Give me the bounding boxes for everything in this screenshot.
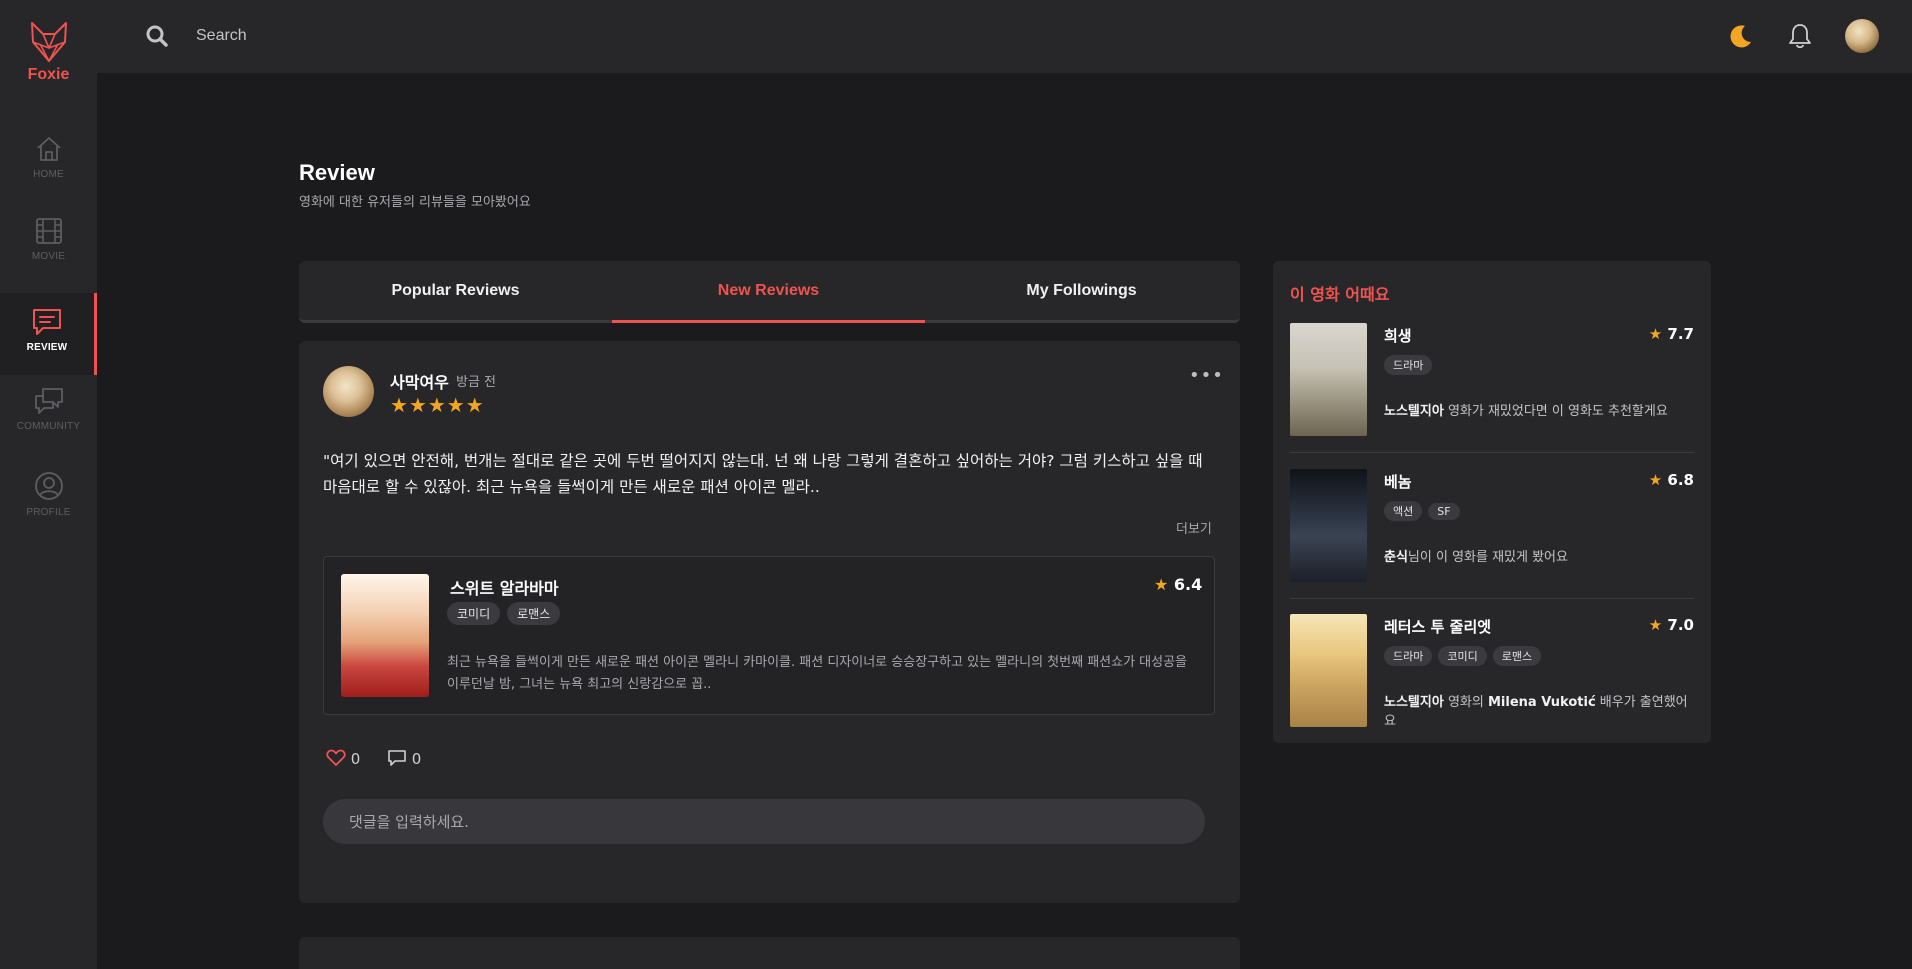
reason-highlight: 노스텔지아 bbox=[1384, 404, 1444, 419]
reason-text: 영화가 재밌었다면 이 영화도 추천할게요 bbox=[1443, 404, 1668, 419]
review-message-icon bbox=[33, 309, 61, 335]
recommend-rating-value: 7.7 bbox=[1667, 325, 1694, 343]
review-stars: ★★★★★ bbox=[390, 393, 485, 417]
reason-text: 영화의 bbox=[1443, 695, 1488, 710]
like-count: 0 bbox=[350, 750, 361, 768]
nav-label-profile: PROFILE bbox=[26, 507, 71, 518]
reviewer-avatar[interactable] bbox=[323, 366, 374, 417]
reviewed-movie-card[interactable]: 스위트 알라바마 ★ 6.4 코미디 로맨스 최근 뉴욕을 들썩이게 만든 새로운… bbox=[323, 556, 1215, 715]
tab-my-followings[interactable]: My Followings bbox=[925, 261, 1238, 323]
recommend-rating: ★ 7.7 bbox=[1649, 325, 1694, 343]
reason-highlight: 춘식 bbox=[1384, 550, 1408, 565]
review-tabs: Popular Reviews New Reviews My Following… bbox=[299, 261, 1240, 323]
recommend-panel: 이 영화 어때요 희생 ★ 7.7 드라마 노스텔지아 영화가 재밌었다면 이 … bbox=[1273, 261, 1711, 743]
genre-tag: 로맨스 bbox=[507, 602, 561, 625]
star-icon: ★ bbox=[1154, 575, 1169, 594]
comment-icon bbox=[388, 750, 406, 766]
profile-icon bbox=[34, 472, 63, 500]
tab-popular-reviews[interactable]: Popular Reviews bbox=[299, 261, 612, 323]
read-more-link[interactable]: 더보기 bbox=[1176, 518, 1212, 537]
review-time: 방금 전 bbox=[456, 375, 497, 390]
movie-title: 스위트 알라바마 bbox=[450, 579, 559, 598]
genre-tag: 액션 bbox=[1384, 501, 1423, 521]
movie-rating-value: 6.4 bbox=[1173, 575, 1203, 594]
comment-button[interactable]: 0 bbox=[387, 749, 421, 768]
recommend-poster bbox=[1290, 323, 1367, 436]
nav-item-profile[interactable]: PROFILE bbox=[0, 470, 97, 552]
recommend-item[interactable]: 희생 ★ 7.7 드라마 노스텔지아 영화가 재밌었다면 이 영화도 추천할게요 bbox=[1290, 323, 1694, 453]
nav-label-review: REVIEW bbox=[26, 342, 68, 353]
review-card-next bbox=[299, 937, 1240, 969]
recommend-poster bbox=[1290, 469, 1367, 582]
reason-highlight: 노스텔지아 bbox=[1384, 695, 1444, 710]
recommend-reason: 노스텔지아 영화가 재밌었다면 이 영화도 추천할게요 bbox=[1384, 400, 1668, 419]
heart-icon bbox=[326, 749, 346, 766]
recommend-movie-title: 레터스 투 줄리엣 bbox=[1384, 618, 1492, 636]
like-button[interactable]: 0 bbox=[326, 749, 360, 768]
star-icon: ★ bbox=[1648, 616, 1663, 634]
genre-tag: SF bbox=[1428, 503, 1460, 520]
movie-tags: 코미디 로맨스 bbox=[447, 602, 567, 625]
nav-label-community: COMMUNITY bbox=[16, 421, 81, 432]
reviewer-name[interactable]: 사막여우 bbox=[390, 369, 449, 393]
chat-bubbles-icon bbox=[34, 388, 63, 414]
film-icon bbox=[35, 218, 62, 244]
recommend-rating: ★ 7.0 bbox=[1649, 616, 1694, 634]
bell-icon[interactable] bbox=[1787, 22, 1813, 50]
recommend-item[interactable]: 레터스 투 줄리엣 ★ 7.0 드라마 코미디 로맨스 노스텔지아 영화의 Mile… bbox=[1290, 614, 1694, 744]
search-input[interactable] bbox=[196, 22, 696, 50]
recommend-tags: 드라마 코미디 로맨스 bbox=[1384, 645, 1547, 666]
nav-label-movie: MOVIE bbox=[31, 251, 66, 262]
home-icon bbox=[36, 137, 61, 161]
genre-tag: 드라마 bbox=[1384, 355, 1433, 375]
recommend-poster bbox=[1290, 614, 1367, 727]
tab-new-reviews[interactable]: New Reviews bbox=[612, 261, 925, 323]
logo[interactable]: Foxie bbox=[0, 20, 97, 84]
review-card: 사막여우 방금 전 ★★★★★ ••• "여기 있으면 안전해, 번개는 절대로… bbox=[299, 341, 1240, 903]
reason-highlight: Milena Vukotić bbox=[1487, 695, 1596, 710]
fox-logo-icon bbox=[30, 22, 67, 62]
recommend-rating-value: 6.8 bbox=[1667, 471, 1694, 489]
nav-label-home: HOME bbox=[33, 169, 64, 180]
movie-poster bbox=[341, 574, 429, 697]
genre-tag: 코미디 bbox=[447, 602, 501, 625]
recommend-tags: 드라마 bbox=[1384, 354, 1438, 375]
page-subtitle: 영화에 대한 유저들의 리뷰들을 모아봤어요 bbox=[299, 195, 531, 210]
search-icon[interactable] bbox=[145, 24, 169, 48]
nav-item-movie[interactable]: MOVIE bbox=[0, 216, 97, 298]
more-options-icon[interactable]: ••• bbox=[1189, 365, 1224, 386]
comment-input[interactable] bbox=[323, 799, 1205, 844]
recommend-reason: 노스텔지아 영화의 Milena Vukotić 배우가 출연했어요 bbox=[1384, 691, 1694, 729]
genre-tag: 코미디 bbox=[1438, 646, 1487, 666]
star-icon: ★ bbox=[1648, 471, 1663, 489]
logo-text: Foxie bbox=[27, 66, 70, 83]
movie-description: 최근 뉴욕을 들썩이게 만든 새로운 패션 아이콘 멜라니 카마이클. 패션 디… bbox=[447, 655, 1188, 692]
sidebar: Foxie HOME MOVIE REVIEW COMMUNITY PROFIL… bbox=[0, 0, 97, 969]
recommend-rating-value: 7.0 bbox=[1667, 616, 1694, 634]
movie-rating: ★ 6.4 bbox=[1154, 575, 1202, 594]
review-text: "여기 있으면 안전해, 번개는 절대로 같은 곳에 두번 떨어지지 않는대. … bbox=[323, 452, 1203, 496]
recommend-tags: 액션 SF bbox=[1384, 500, 1466, 521]
genre-tag: 로맨스 bbox=[1492, 646, 1542, 666]
comment-count: 0 bbox=[411, 750, 422, 768]
recommend-item[interactable]: 베놈 ★ 6.8 액션 SF 춘식님이 이 영화를 재밌게 봤어요 bbox=[1290, 469, 1694, 599]
recommend-title: 이 영화 어때요 bbox=[1290, 285, 1390, 304]
recommend-movie-title: 베놈 bbox=[1384, 473, 1412, 491]
recommend-rating: ★ 6.8 bbox=[1649, 471, 1694, 489]
nav-item-review[interactable]: REVIEW bbox=[0, 293, 97, 375]
star-icon: ★ bbox=[1648, 325, 1663, 343]
user-avatar[interactable] bbox=[1845, 19, 1879, 53]
nav-item-home[interactable]: HOME bbox=[0, 134, 97, 216]
recommend-reason: 춘식님이 이 영화를 재밌게 봤어요 bbox=[1384, 546, 1568, 565]
top-bar bbox=[97, 0, 1912, 73]
page-title: Review bbox=[299, 160, 375, 185]
genre-tag: 드라마 bbox=[1384, 646, 1433, 666]
moon-icon[interactable] bbox=[1727, 22, 1755, 50]
reason-text: 님이 이 영화를 재밌게 봤어요 bbox=[1407, 550, 1568, 565]
recommend-movie-title: 희생 bbox=[1384, 327, 1412, 345]
nav-item-community[interactable]: COMMUNITY bbox=[0, 386, 97, 468]
